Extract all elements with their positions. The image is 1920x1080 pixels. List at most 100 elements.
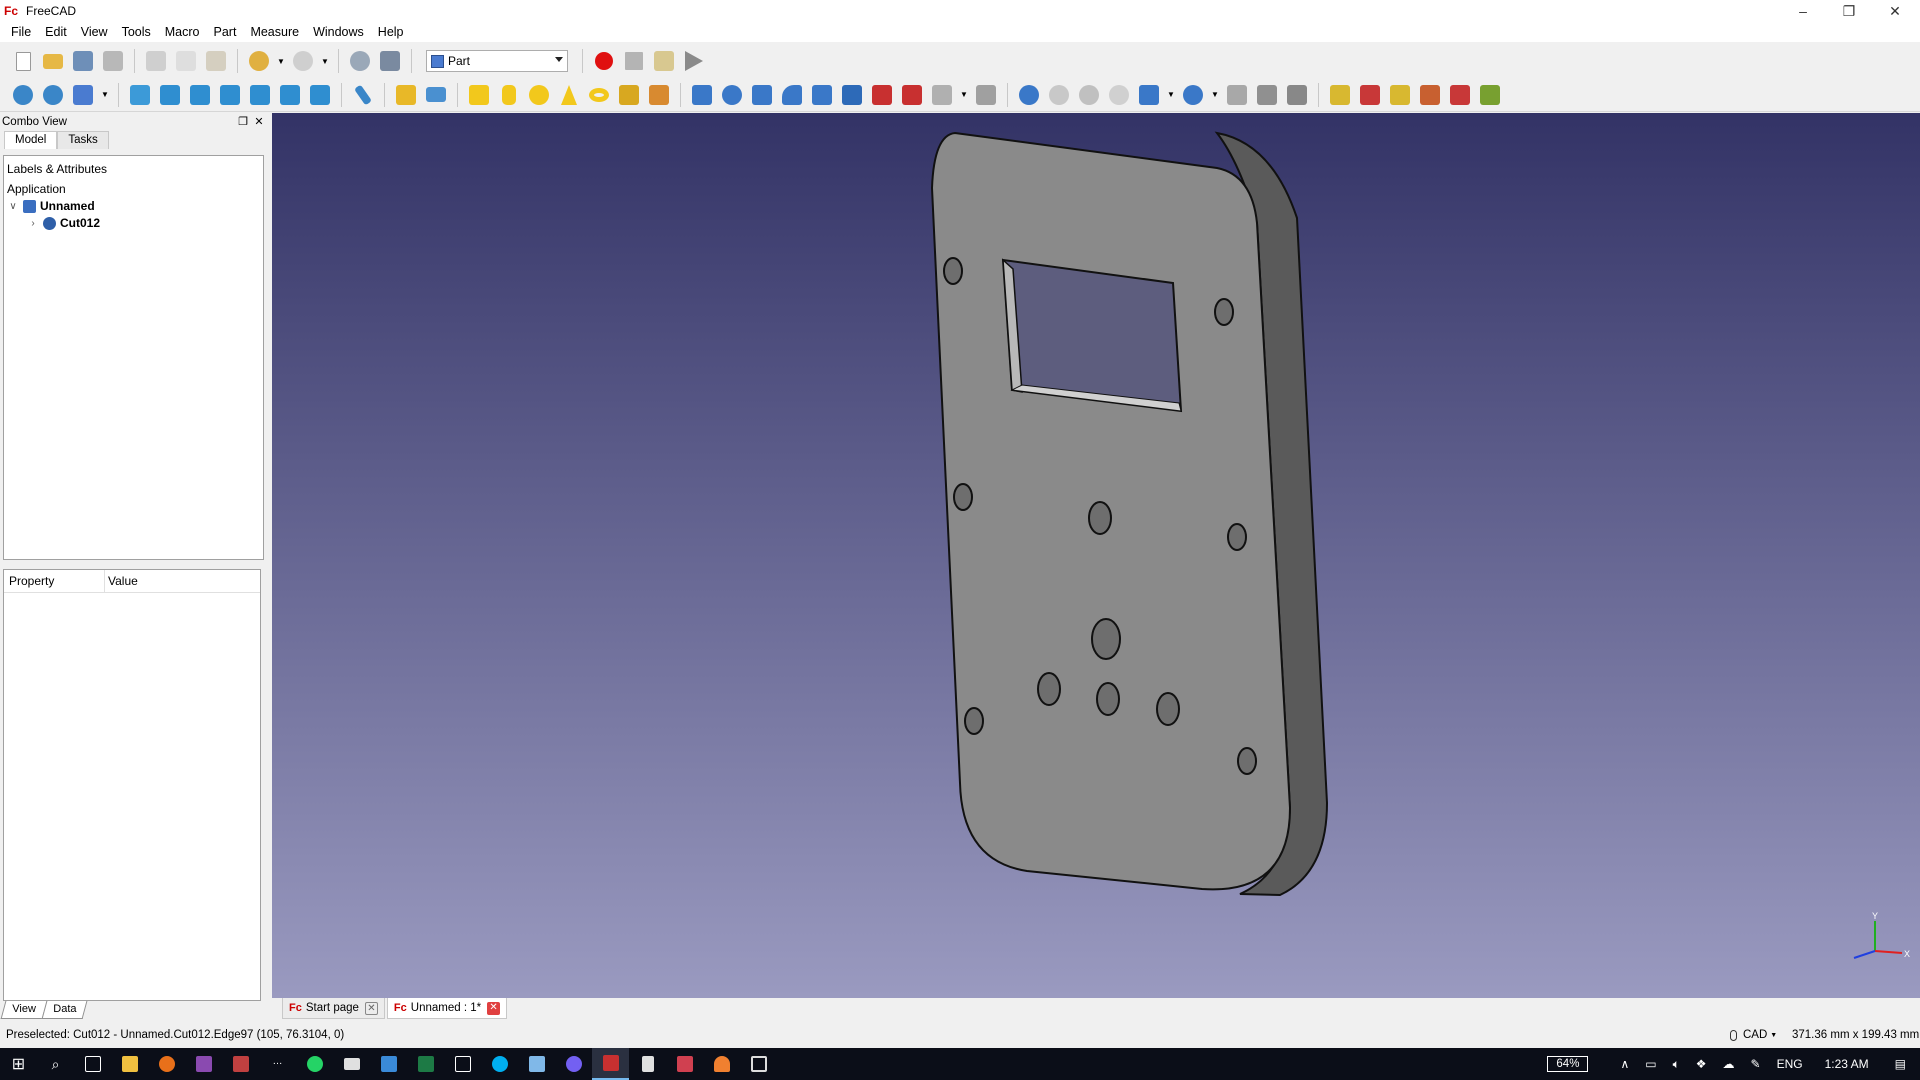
view-right-button[interactable] [217,82,243,108]
redo-button[interactable] [290,48,316,74]
tab-model[interactable]: Model [4,131,58,149]
dropbox-icon[interactable]: ❖ [1696,1057,1707,1071]
join-features-button[interactable] [1136,82,1162,108]
make-face-button[interactable] [839,82,865,108]
create-group-button[interactable] [423,82,449,108]
chevron-up-icon[interactable]: ∧ [1620,1057,1629,1071]
compound-button[interactable] [1224,82,1250,108]
toggle-3d-measure-button[interactable] [1447,82,1473,108]
thickness-button[interactable] [973,82,999,108]
cut-button[interactable] [143,48,169,74]
taskbar-whatsapp[interactable] [296,1048,333,1080]
macro-record-button[interactable] [591,48,617,74]
taskbar-app[interactable]: … [259,1048,296,1080]
save-button[interactable] [70,48,96,74]
toggle-delta-measure-button[interactable] [1477,82,1503,108]
macro-edit-button[interactable] [651,48,677,74]
measure-angular-button[interactable] [1357,82,1383,108]
volume-icon[interactable]: 🔈︎ [1673,1057,1680,1072]
create-cylinder-button[interactable] [496,82,522,108]
menu-macro[interactable]: Macro [158,22,207,42]
sweep-button[interactable] [929,82,955,108]
taskbar-app[interactable] [370,1048,407,1080]
search-button[interactable]: ⌕ [37,1048,74,1080]
defeaturing-button[interactable] [1284,82,1310,108]
view-front-button[interactable] [157,82,183,108]
taskbar-notepad[interactable] [518,1048,555,1080]
navigation-style-selector[interactable]: CAD ▼ [1730,1029,1777,1041]
revolve-button[interactable] [719,82,745,108]
taskbar-viber[interactable] [555,1048,592,1080]
language-indicator[interactable]: ENG [1777,1057,1803,1071]
menu-view[interactable]: View [74,22,115,42]
float-panel-button[interactable]: ❐ [236,115,250,129]
draw-style-dropdown[interactable]: ▼ [100,82,110,108]
taskbar-excel[interactable] [407,1048,444,1080]
measure-refresh-button[interactable] [1387,82,1413,108]
boolean-button[interactable] [1016,82,1042,108]
create-primitives-button[interactable] [646,82,672,108]
view-bottom-button[interactable] [277,82,303,108]
create-box-button[interactable] [466,82,492,108]
taskbar-app[interactable] [666,1048,703,1080]
menu-edit[interactable]: Edit [38,22,74,42]
fit-all-button[interactable] [10,82,36,108]
split-button[interactable] [1180,82,1206,108]
refresh-button[interactable] [347,48,373,74]
split-dropdown[interactable]: ▼ [1210,82,1220,108]
tab-start-page[interactable]: Fc Start page ✕ [282,998,385,1019]
tree-item-cut012[interactable]: › Cut012 [27,215,100,231]
taskbar-app[interactable] [185,1048,222,1080]
chamfer-button[interactable] [809,82,835,108]
tree-item-document[interactable]: ∨ Unnamed [7,198,94,214]
start-button[interactable]: ⊞ [0,1048,37,1080]
fillet-button[interactable] [779,82,805,108]
tab-tasks[interactable]: Tasks [57,131,109,149]
loft-button[interactable] [899,82,925,108]
taskbar-file-explorer[interactable] [111,1048,148,1080]
close-tab-button[interactable]: ✕ [364,1001,378,1015]
view-rear-button[interactable] [247,82,273,108]
create-torus-button[interactable] [586,82,612,108]
paste-button[interactable] [203,48,229,74]
join-dropdown[interactable]: ▼ [1166,82,1176,108]
draw-style-button[interactable] [70,82,96,108]
pen-icon[interactable]: ✎ [1751,1057,1761,1071]
view-top-button[interactable] [187,82,213,108]
battery-icon[interactable]: ▭ [1645,1057,1656,1071]
menu-help[interactable]: Help [371,22,411,42]
fit-selection-button[interactable] [40,82,66,108]
tab-view[interactable]: View [0,1001,48,1019]
mirror-button[interactable] [749,82,775,108]
print-button[interactable] [100,48,126,74]
check-geometry-button[interactable] [1254,82,1280,108]
close-button[interactable]: ✕ [1872,0,1918,22]
battery-indicator[interactable]: 64% [1547,1056,1589,1072]
create-cone-button[interactable] [556,82,582,108]
notification-icon[interactable]: ▤ [1895,1057,1906,1071]
restore-button[interactable]: ❐ [1826,0,1872,22]
view-isometric-button[interactable] [127,82,153,108]
taskbar-mail[interactable] [333,1048,370,1080]
extrude-button[interactable] [689,82,715,108]
chevron-right-icon[interactable]: › [27,218,39,229]
tab-data[interactable]: Data [41,1001,88,1019]
taskbar-skype[interactable] [481,1048,518,1080]
clear-measurements-button[interactable] [1417,82,1443,108]
copy-button[interactable] [173,48,199,74]
menu-windows[interactable]: Windows [306,22,371,42]
create-part-button[interactable] [393,82,419,108]
ruled-surface-button[interactable] [869,82,895,108]
cut-boolean-button[interactable] [1046,82,1072,108]
macro-stop-button[interactable] [621,48,647,74]
redo-dropdown[interactable]: ▼ [320,48,330,74]
taskbar-app[interactable] [222,1048,259,1080]
new-document-button[interactable] [10,48,36,74]
menu-tools[interactable]: Tools [115,22,158,42]
common-button[interactable] [1106,82,1132,108]
create-sphere-button[interactable] [526,82,552,108]
fuse-button[interactable] [1076,82,1102,108]
measure-linear-button[interactable] [1327,82,1353,108]
taskbar-freecad[interactable] [592,1048,629,1080]
task-view-button[interactable] [74,1048,111,1080]
